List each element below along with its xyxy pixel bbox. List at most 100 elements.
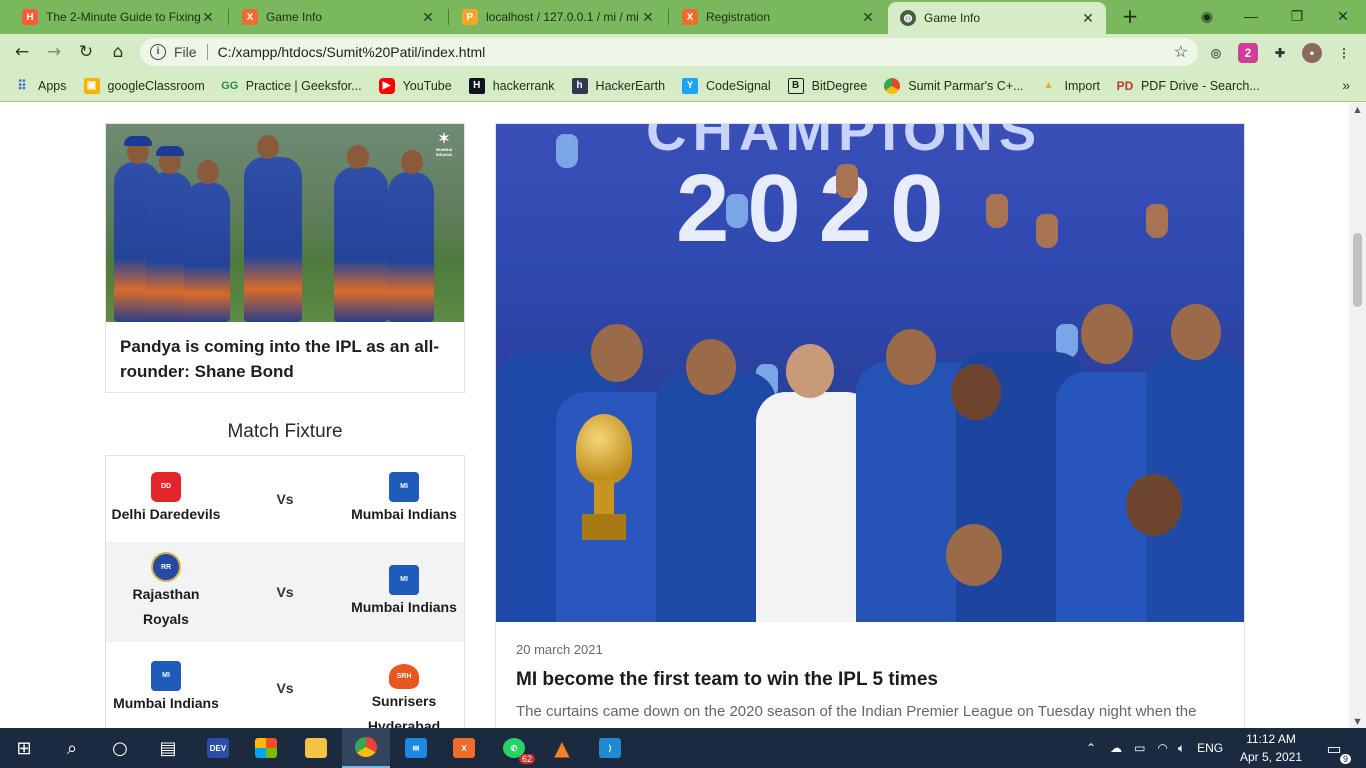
kebab-menu-icon[interactable]: ⋮ [1334,43,1354,63]
battery-icon[interactable]: ▭ [1134,741,1145,755]
translate-extension-icon[interactable]: ◎ [1206,43,1226,63]
tab-guide[interactable]: H The 2-Minute Guide to Fixing ✕ [10,0,226,34]
vlc-icon[interactable]: ▲ [538,728,586,768]
fixture-home-team: MI Mumbai Indians [106,642,226,728]
page-viewport: ✶ MUMBAI INDIANS Pandya is coming into t… [0,103,1366,728]
article-date: 20 march 2021 [516,642,603,657]
taskbar-clock[interactable]: 11:12 AM Apr 5, 2021 [1234,730,1308,766]
codesignal-icon: Y [682,77,699,94]
bookmark-googleclassroom[interactable]: ▣ googleClassroom [83,77,205,94]
close-icon[interactable]: ✕ [1080,10,1096,27]
bookmark-label: BitDegree [811,78,868,93]
search-icon[interactable]: ⌕ [48,728,96,768]
close-icon[interactable]: ✕ [860,9,876,26]
side-news-card[interactable]: ✶ MUMBAI INDIANS Pandya is coming into t… [105,123,465,393]
vscode-icon[interactable]: ⟩ [586,728,634,768]
chrome-icon[interactable] [342,728,390,768]
scrollbar-thumb[interactable] [1353,233,1362,307]
extension-2-icon[interactable]: 2 [1238,43,1258,63]
bookmark-star-icon[interactable]: ☆ [1174,42,1188,62]
page-scrollbar[interactable]: ▲ ▼ [1349,103,1366,728]
bookmark-label: HackerEarth [595,78,666,93]
close-icon[interactable]: ✕ [200,9,216,26]
notification-count-badge: 9 [1339,754,1351,764]
system-tray: ⌃ ☁ ▭ ◠ 🔈︎ ENG [1086,728,1223,768]
raised-hand [1036,214,1058,248]
puzzle-extensions-icon[interactable]: ✚ [1270,43,1290,63]
scroll-up-arrow-icon[interactable]: ▲ [1349,105,1366,114]
team-name: Sunrisers Hyderabad [367,692,441,729]
bookmark-sumit-parmar[interactable]: Sumit Parmar's C+... [884,77,1024,94]
address-bar[interactable]: i File C:/xampp/htdocs/Sumit%20Patil/ind… [140,38,1198,66]
cortana-icon[interactable]: ○ [96,728,144,768]
info-icon[interactable]: i [150,44,166,60]
address-divider [206,44,208,60]
bookmark-youtube[interactable]: ▶ YouTube [378,77,452,94]
banner-year-text: 2020 [676,155,962,262]
close-icon[interactable]: ✕ [420,9,436,26]
tab-strip: H The 2-Minute Guide to Fixing ✕ X Game … [0,0,1366,34]
bookmark-apps[interactable]: ⠿ Apps [14,78,66,94]
home-icon[interactable]: ⌂ [106,40,130,64]
dev-icon[interactable]: DEV [194,728,242,768]
url-text[interactable]: C:/xampp/htdocs/Sumit%20Patil/index.html [218,44,486,60]
watermark-text: MUMBAI INDIANS [435,147,453,157]
hackerrank-icon: H [468,77,485,94]
back-arrow-icon[interactable]: ← [10,40,34,64]
fixture-away-team: SRH Sunrisers Hyderabad [344,642,464,728]
tab-game-info[interactable]: X Game Info ✕ [230,0,446,34]
bookmark-hackerearth[interactable]: h HackerEarth [571,77,666,94]
close-window-button[interactable]: ✕ [1320,0,1366,32]
clock-date: Apr 5, 2021 [1239,750,1303,764]
tab-phpmyadmin[interactable]: P localhost / 127.0.0.1 / mi / mi ✕ [450,0,666,34]
reload-icon[interactable]: ↻ [74,40,98,64]
tab-game-info-active[interactable]: ◍ Game Info ✕ [888,2,1106,34]
article-title[interactable]: MI become the first team to win the IPL … [516,669,1224,691]
bookmark-import[interactable]: ▲ Import [1041,78,1100,94]
file-explorer-icon[interactable] [292,728,340,768]
bookmark-pdfdrive[interactable]: PD PDF Drive - Search... [1117,78,1260,94]
tab-divider [448,9,449,25]
whatsapp-icon[interactable]: ✆ 62 [490,728,538,768]
geeksforgeeks-icon: GG [221,79,239,92]
bookmark-codesignal[interactable]: Y CodeSignal [682,77,771,94]
chevron-up-icon[interactable]: ⌃ [1086,741,1096,755]
bookmark-geeksforgeeks[interactable]: GG Practice | Geeksfor... [221,78,361,94]
bookmark-label: Sumit Parmar's C+... [908,78,1024,93]
trophy-base [582,514,626,540]
globe-icon: ◍ [900,10,916,26]
tab-title: Registration [706,10,771,24]
windows-start-icon[interactable]: ⊞ [0,728,48,768]
restore-button[interactable]: ❐ [1274,0,1320,32]
scroll-down-arrow-icon[interactable]: ▼ [1349,717,1366,726]
forward-arrow-icon[interactable]: → [42,40,66,64]
bookmark-label: googleClassroom [107,78,205,93]
side-news-title[interactable]: Pandya is coming into the IPL as an all-… [106,322,464,396]
profile-avatar[interactable]: • [1302,43,1322,63]
chevron-right-double-icon[interactable]: » [1342,77,1350,93]
tab-registration[interactable]: X Registration ✕ [670,0,886,34]
mail-icon[interactable]: ✉ [392,728,440,768]
close-icon[interactable]: ✕ [640,9,656,26]
xampp-icon[interactable]: X [440,728,488,768]
language-indicator[interactable]: ENG [1197,741,1223,755]
new-tab-button[interactable]: + [1118,5,1142,29]
player-figure [244,135,302,322]
minimize-button[interactable]: — [1228,0,1274,32]
raised-hand [1146,204,1168,238]
notification-center-icon[interactable]: ▭ 9 [1314,728,1354,768]
main-article-card[interactable]: CHAMPIONS 2020 20 march 2021 MI become t… [495,123,1245,728]
bookmark-bitdegree[interactable]: B BitDegree [787,77,868,94]
rajasthan-royals-logo: RR [151,552,181,582]
trophy-cup [576,414,632,484]
raised-hand [556,134,578,168]
task-view-icon[interactable]: ▤ [144,728,192,768]
team-name: Mumbai Indians [351,598,457,615]
cloud-icon[interactable]: ☁ [1110,741,1122,755]
store-icon[interactable] [242,728,290,768]
wifi-icon[interactable]: ◠ [1157,741,1167,755]
volume-icon[interactable]: 🔈︎ [1178,741,1185,756]
fixture-away-team: MI Mumbai Indians [344,456,464,542]
tab-search-icon[interactable]: ◉ [1184,0,1230,32]
bookmark-hackerrank[interactable]: H hackerrank [468,77,555,94]
